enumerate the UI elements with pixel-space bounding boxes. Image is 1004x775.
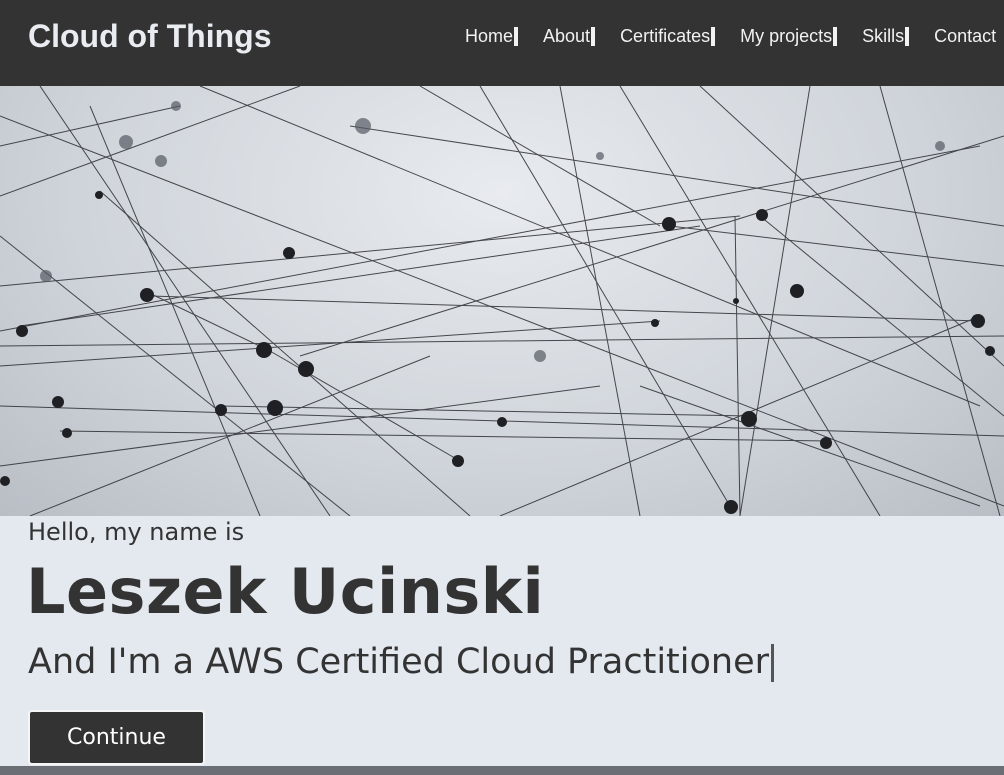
navbar: Cloud of Things Home About Certificates … [0, 0, 1004, 86]
nav-menu: Home About Certificates My projects Skil… [465, 24, 996, 48]
role-highlight: AWS Certified Cloud Practitioner [205, 642, 770, 682]
nav-link-certificates[interactable]: Certificates [620, 24, 710, 48]
nav-separator [833, 26, 838, 46]
site-logo[interactable]: Cloud of Things [28, 16, 272, 56]
nav-item-home: Home [465, 24, 519, 48]
role-text: And I'm a AWS Certified Cloud Practition… [28, 640, 775, 684]
role-prefix: And I'm a [28, 642, 195, 682]
greeting-text: Hello, my name is [28, 518, 245, 546]
nav-separator [711, 26, 716, 46]
nav-separator [591, 26, 596, 46]
next-section-strip [0, 766, 1004, 775]
nav-link-about[interactable]: About [543, 24, 590, 48]
nav-item-about: About [543, 24, 596, 48]
continue-button[interactable]: Continue [28, 710, 205, 765]
nav-separator [514, 26, 519, 46]
hero-network-image [0, 86, 1004, 516]
person-name: Leszek Ucinski [26, 555, 545, 628]
nav-link-contact[interactable]: Contact [934, 24, 996, 48]
nav-separator [905, 26, 910, 46]
nav-link-skills[interactable]: Skills [862, 24, 904, 48]
nav-link-home[interactable]: Home [465, 24, 513, 48]
nav-item-contact: Contact [934, 24, 996, 48]
nav-item-certificates: Certificates [620, 24, 716, 48]
nav-item-skills: Skills [862, 24, 910, 48]
nav-link-projects[interactable]: My projects [740, 24, 832, 48]
nav-item-projects: My projects [740, 24, 838, 48]
typing-cursor [771, 644, 775, 682]
network-lines-image [0, 86, 1004, 516]
